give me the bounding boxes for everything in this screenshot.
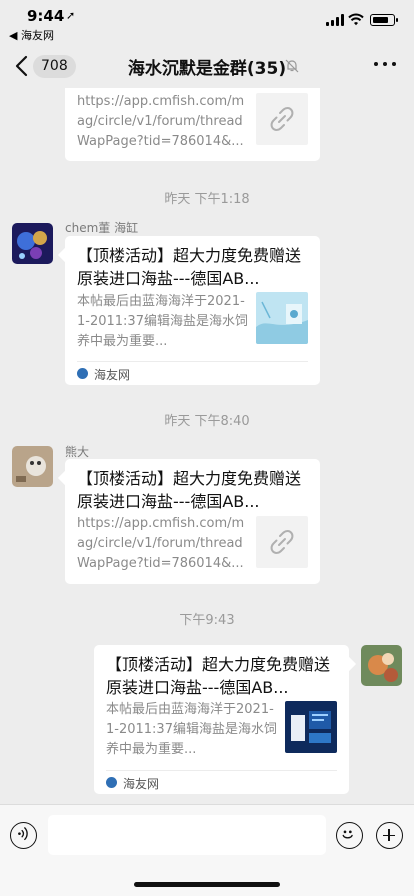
link-thumbnail	[256, 516, 308, 568]
article-title: 【顶楼活动】超大力度免费赠送原装进口海盐---德国AB...	[77, 246, 302, 288]
article-summary: 本帖最后由蓝海海洋于2021-1-2011:37编辑海盐是海水饲养中最为重要..…	[77, 294, 248, 349]
source-logo-icon	[106, 777, 117, 788]
back-chevron-icon[interactable]	[12, 54, 34, 78]
message-bubble-article[interactable]: 【顶楼活动】超大力度免费赠送原装进口海盐---德国AB... 本帖最后由蓝海海洋…	[65, 236, 320, 385]
source-logo-icon	[77, 368, 88, 379]
sender-name: chem董 海缸	[65, 221, 139, 235]
article-title: 【顶楼活动】超大力度免费赠送原装进口海盐---德国AB...	[106, 655, 331, 697]
message-timestamp: 昨天 下午1:18	[164, 192, 250, 207]
chat-header: 708 海水沉默是金群(35)	[0, 44, 414, 88]
cellular-signal-icon	[326, 14, 344, 26]
add-more-icon[interactable]	[376, 822, 403, 849]
link-url-text: https://app.cmfish.com/mag/circle/v1/for…	[77, 94, 245, 149]
message-bubble-link[interactable]: 【顶楼活动】超大力度免费赠送原装进口海盐---德国AB... https://a…	[65, 459, 320, 584]
voice-input-icon[interactable]	[10, 822, 37, 849]
message-bubble-link[interactable]: https://app.cmfish.com/mag/circle/v1/for…	[65, 88, 320, 161]
message-timestamp: 下午9:43	[179, 613, 235, 628]
avatar[interactable]	[12, 446, 53, 487]
sender-name: 熊大	[65, 445, 90, 459]
more-dots-icon[interactable]	[374, 62, 396, 68]
message-bubble-article[interactable]: 【顶楼活动】超大力度免费赠送原装进口海盐---德国AB... 本帖最后由蓝海海洋…	[94, 645, 349, 794]
message-list[interactable]: https://app.cmfish.com/mag/circle/v1/for…	[0, 88, 414, 804]
status-bar: 9:44 ➚ ◀ 海友网	[0, 0, 414, 44]
chat-title: 海水沉默是金群(35)	[127, 59, 287, 79]
link-icon	[270, 530, 294, 554]
status-time: 9:44	[27, 7, 65, 25]
bell-slash-icon	[285, 59, 299, 73]
home-indicator[interactable]	[134, 882, 280, 887]
article-thumbnail	[285, 701, 337, 753]
article-source: 海友网	[77, 361, 308, 383]
source-name: 海友网	[94, 368, 131, 382]
message-input[interactable]	[48, 815, 326, 855]
article-source: 海友网	[106, 770, 337, 792]
link-title: 【顶楼活动】超大力度免费赠送原装进口海盐---德国AB...	[77, 469, 302, 511]
avatar[interactable]	[361, 645, 402, 686]
avatar[interactable]	[12, 223, 53, 264]
link-url-text: https://app.cmfish.com/mag/circle/v1/for…	[77, 516, 245, 571]
link-icon	[270, 107, 294, 131]
article-thumbnail	[256, 292, 308, 344]
unread-count-badge[interactable]: 708	[33, 55, 76, 78]
source-name: 海友网	[123, 777, 160, 791]
wifi-icon	[348, 13, 364, 26]
article-summary: 本帖最后由蓝海海洋于2021-1-2011:37编辑海盐是海水饲养中最为重要..…	[106, 702, 277, 757]
back-to-app-link[interactable]: ◀ 海友网	[9, 27, 54, 43]
location-arrow-icon: ➚	[66, 9, 76, 22]
emoji-icon[interactable]	[336, 822, 363, 849]
battery-icon	[370, 14, 398, 26]
message-timestamp: 昨天 下午8:40	[164, 414, 250, 429]
link-thumbnail	[256, 93, 308, 145]
